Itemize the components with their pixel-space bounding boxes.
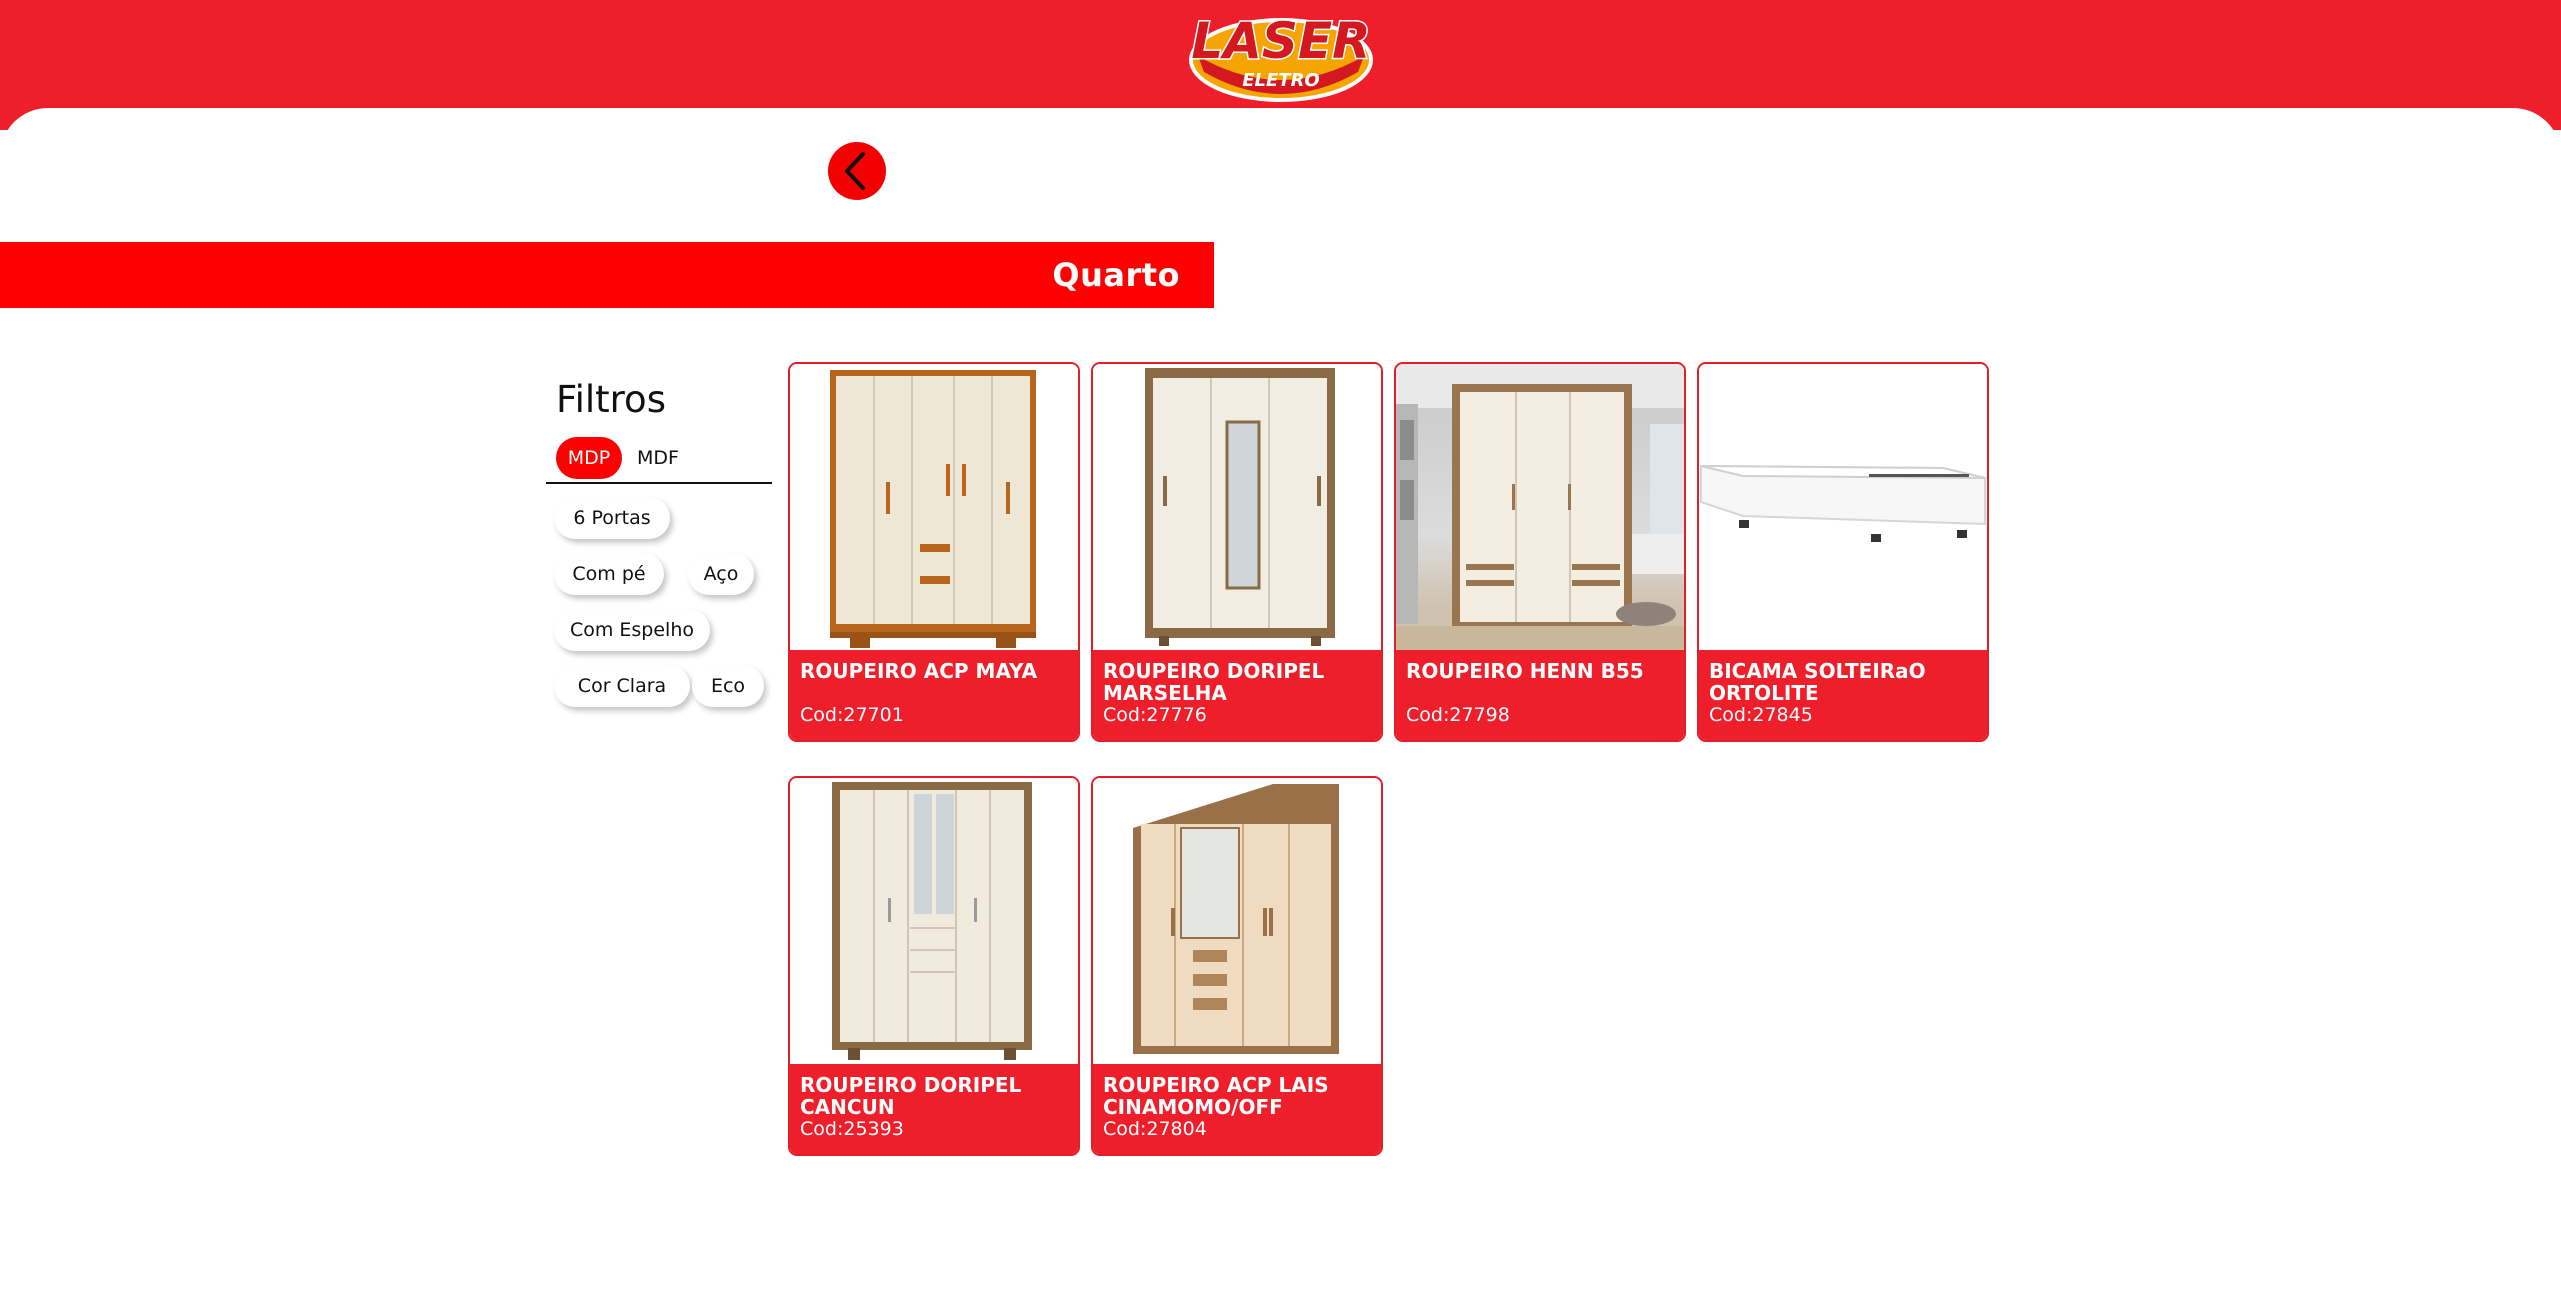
product-info: ROUPEIRO HENN B55 Cod:27798 [1396,650,1684,740]
category-banner: Quarto [0,242,1214,308]
product-card[interactable]: ROUPEIRO ACP LAIS CINAMOMO/OFF Cod:27804 [1091,776,1383,1156]
filter-chip-com-pe[interactable]: Com pé [554,553,664,595]
product-info: ROUPEIRO DORIPEL CANCUN Cod:25393 [790,1064,1078,1154]
filters-title: Filtros [556,378,666,421]
material-mdf-button[interactable]: MDF [628,437,688,479]
product-image [790,778,1078,1064]
product-image [1093,364,1381,650]
laser-eletro-logo[interactable]: LASER ELETRO [1186,4,1376,104]
product-name: BICAMA SOLTEIRaO ORTOLITE [1709,659,1926,705]
product-info: BICAMA SOLTEIRaO ORTOLITE Cod:27845 [1699,650,1987,740]
product-info: ROUPEIRO ACP MAYA Cod:27701 [790,650,1078,740]
svg-text:ELETRO: ELETRO [1242,70,1320,91]
product-code: Cod:27776 [1103,704,1207,726]
product-code: Cod:27798 [1406,704,1510,726]
product-name: ROUPEIRO DORIPEL CANCUN [800,1073,1022,1119]
product-image [790,364,1078,650]
filter-chip-aco[interactable]: Aço [688,553,754,595]
filter-chip-com-espelho[interactable]: Com Espelho [554,609,710,651]
material-mdp-button[interactable]: MDP [556,437,622,479]
product-card[interactable]: ROUPEIRO DORIPEL MARSELHA Cod:27776 [1091,362,1383,742]
filter-chip-cor-clara[interactable]: Cor Clara [554,665,690,707]
product-info: ROUPEIRO ACP LAIS CINAMOMO/OFF Cod:27804 [1093,1064,1381,1154]
product-card[interactable]: BICAMA SOLTEIRaO ORTOLITE Cod:27845 [1697,362,1989,742]
product-image [1699,364,1987,650]
product-code: Cod:27701 [800,704,904,726]
category-title: Quarto [1052,256,1180,294]
chevron-left-icon [845,152,865,190]
product-card[interactable]: ROUPEIRO ACP MAYA Cod:27701 [788,362,1080,742]
product-code: Cod:27804 [1103,1118,1207,1140]
product-info: ROUPEIRO DORIPEL MARSELHA Cod:27776 [1093,650,1381,740]
product-image [1396,364,1684,650]
product-name: ROUPEIRO ACP LAIS CINAMOMO/OFF [1103,1073,1329,1119]
svg-text:LASER: LASER [1191,12,1370,70]
product-code: Cod:25393 [800,1118,904,1140]
back-button[interactable] [828,142,886,200]
filter-chip-6-portas[interactable]: 6 Portas [554,497,670,539]
product-image [1093,778,1381,1064]
product-name: ROUPEIRO HENN B55 [1406,659,1644,683]
product-card[interactable]: ROUPEIRO DORIPEL CANCUN Cod:25393 [788,776,1080,1156]
filter-chip-eco[interactable]: Eco [692,665,764,707]
material-toggle: MDP MDF [546,434,772,484]
product-card[interactable]: ROUPEIRO HENN B55 Cod:27798 [1394,362,1686,742]
product-name: ROUPEIRO DORIPEL MARSELHA [1103,659,1325,705]
product-code: Cod:27845 [1709,704,1813,726]
product-name: ROUPEIRO ACP MAYA [800,659,1038,683]
